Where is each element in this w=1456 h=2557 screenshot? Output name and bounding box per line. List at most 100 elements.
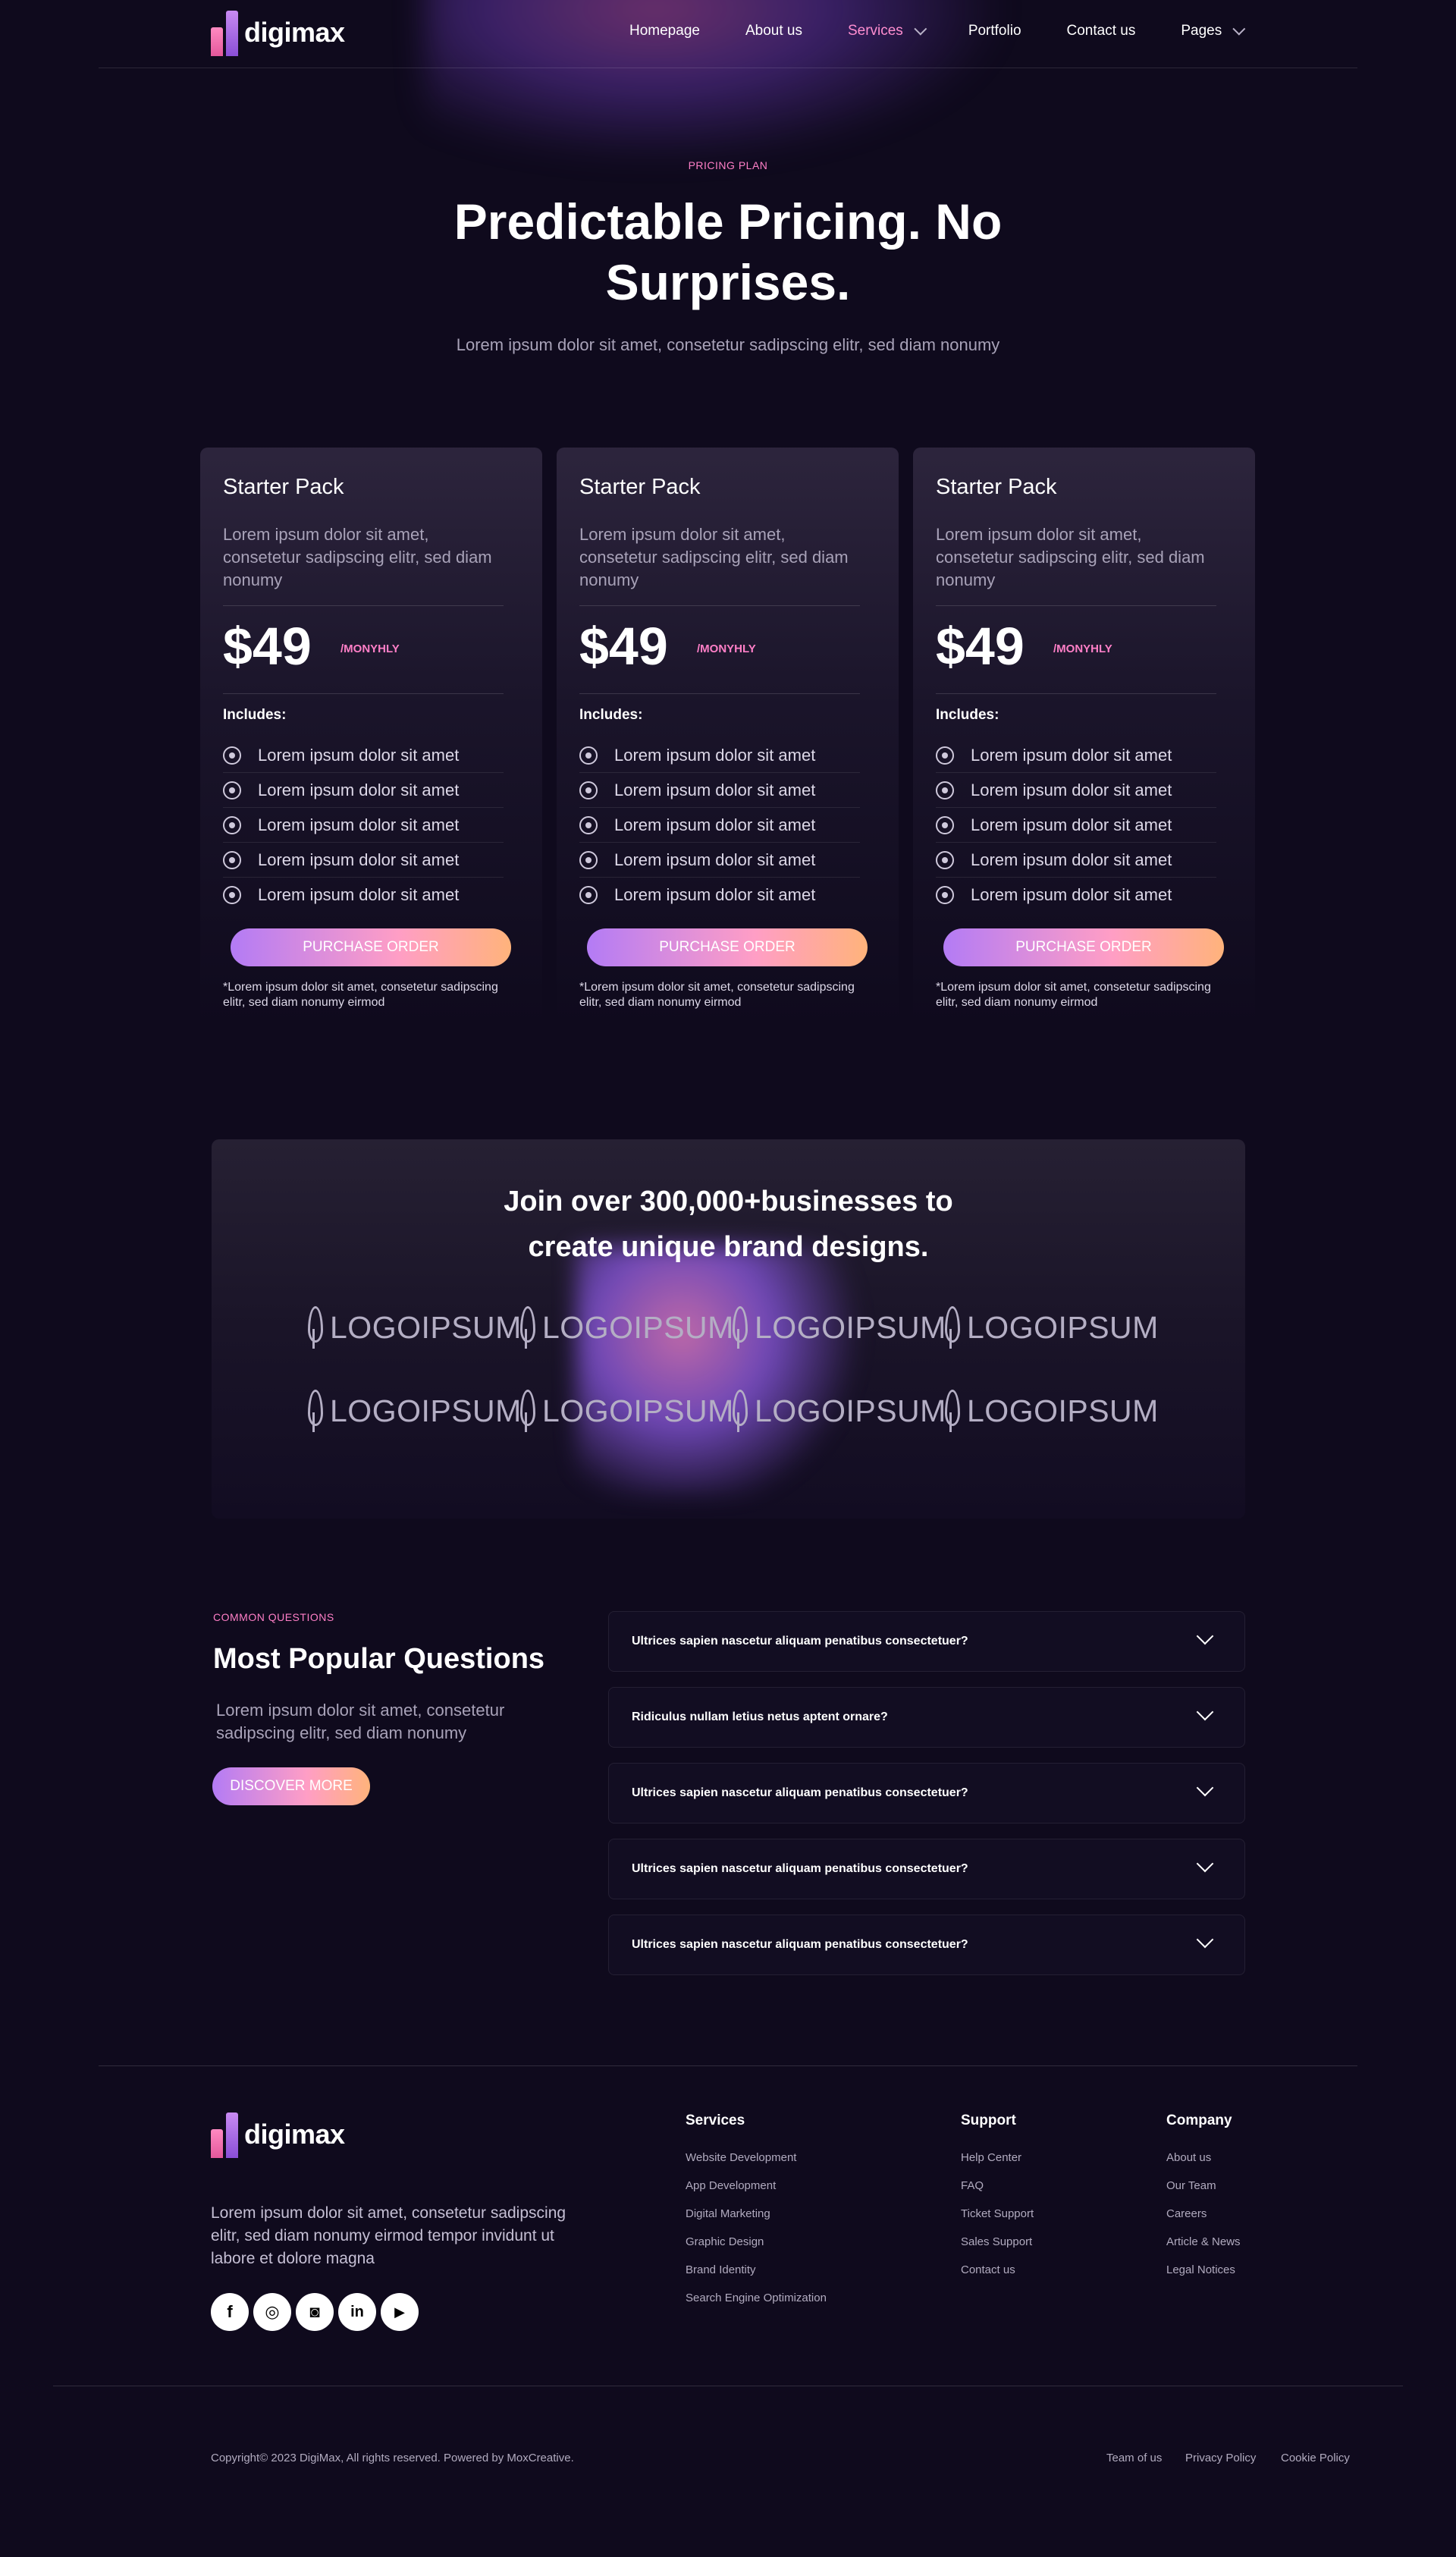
faq-eyebrow: COMMON QUESTIONS xyxy=(213,1611,334,1623)
footer-link[interactable]: Help Center xyxy=(961,2151,1021,2164)
chevron-down-icon xyxy=(1232,22,1246,36)
footer-link[interactable]: Graphic Design xyxy=(686,2235,764,2248)
radio-check-icon xyxy=(936,886,954,904)
card-divider xyxy=(579,605,860,606)
brand-logo: LOGOIPSUM xyxy=(730,1306,946,1349)
radio-check-icon xyxy=(223,815,241,834)
brand-logo: LOGOIPSUM xyxy=(943,1390,1159,1432)
feature-item: Lorem ipsum dolor sit amet xyxy=(223,808,504,843)
footer-top-divider xyxy=(99,2065,1357,2066)
faq-description: Lorem ipsum dolor sit amet, consetetur s… xyxy=(216,1701,505,1742)
purchase-order-button[interactable]: PURCHASE ORDER xyxy=(943,928,1224,966)
leaf-logo-icon xyxy=(518,1306,535,1349)
brand-logo: LOGOIPSUM xyxy=(943,1306,1159,1349)
header-logo[interactable]: digimax xyxy=(211,9,345,56)
feature-item: Lorem ipsum dolor sit amet xyxy=(936,808,1216,843)
feature-item: Lorem ipsum dolor sit amet xyxy=(223,773,504,808)
card-divider xyxy=(936,605,1216,606)
footer-description: Lorem ipsum dolor sit amet, consetetur s… xyxy=(211,2204,566,2267)
dribbble-icon[interactable]: ◎ xyxy=(253,2293,291,2331)
footer-link[interactable]: Search Engine Optimization xyxy=(686,2292,827,2304)
faq-item[interactable]: Ultrices sapien nascetur aliquam penatib… xyxy=(608,1611,1245,1672)
youtube-icon[interactable]: ▶ xyxy=(381,2293,419,2331)
radio-check-icon xyxy=(223,746,241,765)
nav-portfolio[interactable]: Portfolio xyxy=(968,23,1021,39)
nav-pages[interactable]: Pages xyxy=(1181,22,1246,39)
purchase-order-button[interactable]: PURCHASE ORDER xyxy=(231,928,511,966)
card-period: /MONYHLY xyxy=(340,642,400,655)
radio-check-icon xyxy=(579,781,598,799)
radio-check-icon xyxy=(579,886,598,904)
feature-item: Lorem ipsum dolor sit amet xyxy=(936,878,1216,913)
discover-more-button[interactable]: DISCOVER MORE xyxy=(212,1767,370,1805)
pricing-card: Starter Pack Lorem ipsum dolor sit amet,… xyxy=(557,448,899,1024)
card-note: *Lorem ipsum dolor sit amet, consetetur … xyxy=(936,981,1211,1009)
purchase-order-button[interactable]: PURCHASE ORDER xyxy=(587,928,868,966)
instagram-icon[interactable]: ◙ xyxy=(296,2293,334,2331)
brand-logo: LOGOIPSUM xyxy=(518,1390,734,1432)
radio-check-icon xyxy=(223,886,241,904)
feature-item: Lorem ipsum dolor sit amet xyxy=(579,843,860,878)
leaf-logo-icon xyxy=(518,1390,535,1432)
faq-item[interactable]: Ultrices sapien nascetur aliquam penatib… xyxy=(608,1915,1245,1975)
footer-link[interactable]: Sales Support xyxy=(961,2235,1032,2248)
feature-item: Lorem ipsum dolor sit amet xyxy=(579,808,860,843)
feature-item: Lorem ipsum dolor sit amet xyxy=(936,843,1216,878)
footer-link[interactable]: About us xyxy=(1166,2151,1211,2164)
nav-contact-us[interactable]: Contact us xyxy=(1067,23,1136,39)
footer-link[interactable]: Legal Notices xyxy=(1166,2263,1235,2276)
cookie-policy-link[interactable]: Cookie Policy xyxy=(1281,2452,1350,2464)
chevron-down-icon xyxy=(1196,1627,1214,1645)
footer-link[interactable]: Careers xyxy=(1166,2207,1207,2220)
card-divider xyxy=(579,693,860,694)
pricing-eyebrow: PRICING PLAN xyxy=(688,159,768,171)
faq-item[interactable]: Ultrices sapien nascetur aliquam penatib… xyxy=(608,1763,1245,1824)
facebook-icon[interactable]: f xyxy=(211,2293,249,2331)
brand-logo: LOGOIPSUM xyxy=(306,1306,522,1349)
feature-item: Lorem ipsum dolor sit amet xyxy=(579,738,860,773)
footer-link[interactable]: App Development xyxy=(686,2179,776,2192)
leaf-logo-icon xyxy=(730,1306,748,1349)
logo-text: digimax xyxy=(244,2119,345,2150)
faq-item[interactable]: Ridiculus nullam letius netus aptent orn… xyxy=(608,1687,1245,1748)
team-of-us-link[interactable]: Team of us xyxy=(1106,2452,1162,2464)
privacy-policy-link[interactable]: Privacy Policy xyxy=(1185,2452,1256,2464)
feature-item: Lorem ipsum dolor sit amet xyxy=(936,738,1216,773)
footer-link[interactable]: FAQ xyxy=(961,2179,984,2192)
footer-link[interactable]: Digital Marketing xyxy=(686,2207,770,2220)
faq-item[interactable]: Ultrices sapien nascetur aliquam penatib… xyxy=(608,1839,1245,1899)
leaf-logo-icon xyxy=(943,1306,960,1349)
logo-mark-icon xyxy=(211,9,240,56)
footer-link[interactable]: Contact us xyxy=(961,2263,1015,2276)
card-divider xyxy=(223,605,504,606)
main-nav: Homepage About us Services Portfolio Con… xyxy=(629,22,1246,39)
card-note: *Lorem ipsum dolor sit amet, consetetur … xyxy=(579,981,855,1009)
pricing-card: Starter Pack Lorem ipsum dolor sit amet,… xyxy=(200,448,542,1024)
radio-check-icon xyxy=(579,746,598,765)
nav-services[interactable]: Services xyxy=(848,22,927,39)
footer-link[interactable]: Article & News xyxy=(1166,2235,1241,2248)
faq-title: Most Popular Questions xyxy=(213,1643,545,1675)
nav-homepage[interactable]: Homepage xyxy=(629,23,700,39)
chevron-down-icon xyxy=(1196,1855,1214,1873)
card-price: $49 xyxy=(223,617,312,676)
footer-link[interactable]: Website Development xyxy=(686,2151,796,2164)
radio-check-icon xyxy=(579,815,598,834)
footer-col-heading: Company xyxy=(1166,2113,1232,2128)
footer-link[interactable]: Brand Identity xyxy=(686,2263,756,2276)
feature-item: Lorem ipsum dolor sit amet xyxy=(223,738,504,773)
brand-logo: LOGOIPSUM xyxy=(518,1306,734,1349)
footer-link[interactable]: Our Team xyxy=(1166,2179,1216,2192)
radio-check-icon xyxy=(936,850,954,869)
card-price: $49 xyxy=(579,617,668,676)
brand-logo: LOGOIPSUM xyxy=(730,1390,946,1432)
social-links: f ◎ ◙ in ▶ xyxy=(211,2293,419,2331)
footer-logo[interactable]: digimax xyxy=(211,2111,345,2158)
card-title: Starter Pack xyxy=(936,475,1057,499)
leaf-logo-icon xyxy=(730,1390,748,1432)
nav-about-us[interactable]: About us xyxy=(745,23,802,39)
footer-link[interactable]: Ticket Support xyxy=(961,2207,1034,2220)
card-includes-label: Includes: xyxy=(223,707,287,723)
linkedin-icon[interactable]: in xyxy=(338,2293,376,2331)
card-period: /MONYHLY xyxy=(1053,642,1112,655)
